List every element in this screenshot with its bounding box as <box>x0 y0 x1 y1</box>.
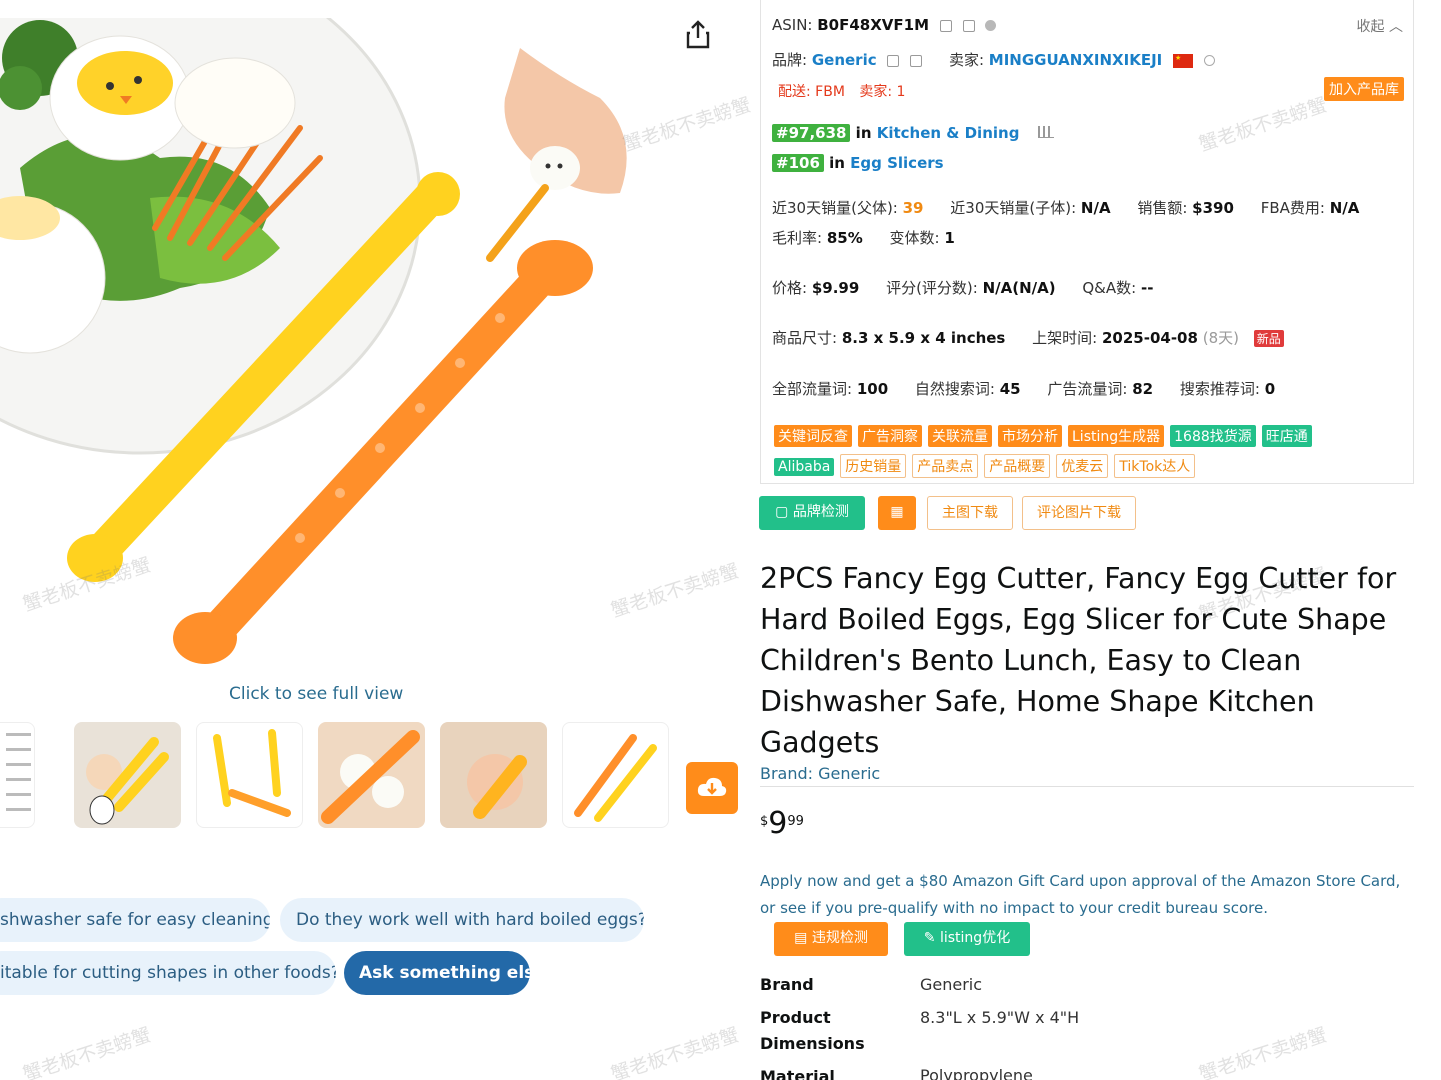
collapse-button[interactable]: 收起 ︿ <box>1357 16 1403 36</box>
thumbnail-6[interactable] <box>562 722 669 828</box>
watermark: 蟹老板不卖螃蟹 <box>608 1023 742 1080</box>
listing-optimize-button[interactable]: ✎ listing优化 <box>904 922 1030 956</box>
new-product-badge: 新品 <box>1253 330 1284 347</box>
brand-check-button[interactable]: ▢ 品牌检测 <box>759 496 865 530</box>
violation-check-button[interactable]: ▤ 违规检测 <box>774 922 888 956</box>
calculator-button[interactable]: ▦ <box>878 496 916 530</box>
rank-row-2: #106 in Egg Slicers <box>772 154 944 172</box>
seller-link[interactable]: MINGGUANXINXIKEJI <box>989 51 1162 69</box>
watermark: 蟹老板不卖螃蟹 <box>1196 1023 1330 1080</box>
spec-label-dimensions: Product Dimensions <box>760 1008 865 1053</box>
question-chip-hard-boiled[interactable]: Do they work well with hard boiled eggs? <box>280 898 644 942</box>
tool-listing-generator[interactable]: Listing生成器 <box>1068 425 1165 447</box>
thumbnail-2[interactable] <box>74 722 181 828</box>
tool-market-analysis[interactable]: 市场分析 <box>998 425 1062 447</box>
asin-value[interactable]: B0F48XVF1M <box>817 16 929 34</box>
question-chip-dishwasher[interactable]: shwasher safe for easy cleaning? <box>0 898 270 942</box>
spec-value-material: Polypropylene <box>920 1066 1033 1080</box>
main-product-image[interactable] <box>0 18 640 673</box>
thumbnail-5[interactable] <box>440 722 547 828</box>
divider <box>760 786 1414 787</box>
china-flag-icon <box>1173 53 1194 68</box>
ask-something-else-button[interactable]: Ask something else <box>344 951 530 995</box>
brand-link[interactable]: Generic <box>812 51 877 69</box>
tools-row-1: 关键词反查 广告洞察 关联流量 市场分析 Listing生成器 1688找货源 旺店通 <box>774 425 1318 447</box>
asin-row: ASIN: B0F48XVF1M <box>772 16 997 34</box>
calculator-icon: ▦ <box>890 504 904 520</box>
rank-category-link[interactable]: Egg Slicers <box>850 154 943 172</box>
tool-related-traffic[interactable]: 关联流量 <box>928 425 992 447</box>
spec-value-brand: Generic <box>920 975 983 994</box>
tool-alibaba[interactable]: Alibaba <box>774 458 835 476</box>
thumbnail-1[interactable] <box>0 722 35 828</box>
review-image-download-button[interactable]: 评论图片下载 <box>1022 496 1136 530</box>
main-image-download-button[interactable]: 主图下载 <box>927 496 1013 530</box>
product-price: $999 <box>760 806 804 841</box>
cloud-download-button[interactable] <box>686 762 738 814</box>
size-row: 商品尺寸: 8.3 x 5.9 x 4 inches 上架时间: 2025-04… <box>772 327 1284 348</box>
tool-sales-history[interactable]: 历史销量 <box>840 454 907 478</box>
tool-selling-points[interactable]: 产品卖点 <box>912 454 979 478</box>
price-row: 价格: $9.99 评分(评分数): N/A(N/A) Q&A数: -- <box>772 279 1154 297</box>
info-icon[interactable] <box>985 20 997 31</box>
add-to-library-button[interactable]: 加入产品库 <box>1324 77 1404 101</box>
product-info-panel: 收起 ︿ ASIN: B0F48XVF1M 品牌: Generic 卖家: MI… <box>760 0 1414 484</box>
copy-icon[interactable] <box>887 54 900 67</box>
copy-icon[interactable] <box>962 19 975 32</box>
location-icon[interactable] <box>1203 55 1215 66</box>
tool-tiktok-influencer[interactable]: TikTok达人 <box>1114 454 1196 478</box>
store-card-promo-link[interactable]: Apply now and get a $80 Amazon Gift Card… <box>760 868 1420 922</box>
tool-product-summary[interactable]: 产品概要 <box>984 454 1051 478</box>
tool-wangdiantong[interactable]: 旺店通 <box>1261 425 1312 447</box>
tools-row-2: Alibaba 历史销量 产品卖点 产品概要 优麦云 TikTok达人 <box>774 454 1201 478</box>
brand-seller-row: 品牌: Generic 卖家: MINGGUANXINXIKEJI <box>772 49 1215 70</box>
rank-row-1: #97,638 in Kitchen & Dining <box>772 124 1055 142</box>
click-full-view-link[interactable]: Click to see full view <box>229 684 403 704</box>
watermark: 蟹老板不卖螃蟹 <box>20 1023 154 1080</box>
spec-label-brand: Brand <box>760 975 814 994</box>
tool-youmaiyun[interactable]: 优麦云 <box>1056 454 1109 478</box>
sales-row: 近30天销量(父体): 39 近30天销量(子体): N/A 销售额: $390… <box>772 199 1360 217</box>
copy-icon[interactable] <box>939 19 952 32</box>
cloud-download-icon <box>697 777 727 796</box>
shipping-row: 配送: FBM 卖家: 1 <box>778 84 906 100</box>
spec-value-dimensions: 8.3"L x 5.9"W x 4"H <box>920 1008 1080 1027</box>
product-title: 2PCS Fancy Egg Cutter, Fancy Egg Cutter … <box>760 562 1397 759</box>
tool-keyword-reverse[interactable]: 关键词反查 <box>774 425 852 447</box>
product-brand-link[interactable]: Brand: Generic <box>760 764 880 783</box>
margin-row: 毛利率: 85% 变体数: 1 <box>772 229 955 247</box>
tool-1688-source[interactable]: 1688找货源 <box>1170 425 1256 447</box>
question-chip-other-foods[interactable]: itable for cutting shapes in other foods… <box>0 951 336 995</box>
thumbnail-strip <box>0 722 680 830</box>
external-link-icon[interactable] <box>910 54 923 67</box>
thumbnail-4[interactable] <box>318 722 425 828</box>
bar-chart-icon[interactable] <box>1038 126 1055 138</box>
share-icon[interactable] <box>684 20 712 50</box>
rank-category-link[interactable]: Kitchen & Dining <box>877 124 1020 142</box>
thumbnail-3[interactable] <box>196 722 303 828</box>
spec-label-material: Material <box>760 1067 835 1080</box>
tool-ad-insight[interactable]: 广告洞察 <box>858 425 922 447</box>
traffic-row: 全部流量词: 100 自然搜索词: 45 广告流量词: 82 搜索推荐词: 0 <box>772 380 1276 398</box>
